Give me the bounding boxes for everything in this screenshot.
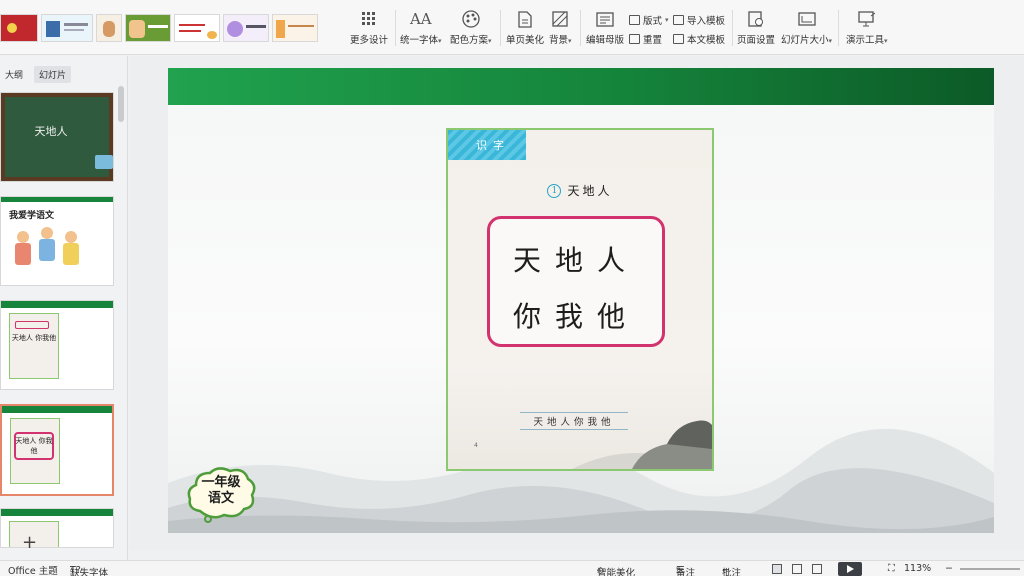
design-template-gallery <box>0 14 318 44</box>
page-setup-button[interactable]: 页面设置 <box>737 10 775 46</box>
sorter-view-icon[interactable] <box>792 564 802 574</box>
more-design-button[interactable]: 更多设计 <box>350 10 388 46</box>
page-setup-label: 页面设置 <box>737 35 776 46</box>
slide-panel: 大纲 幻灯片 天地人 我爱学语文 天地人 你我他 天地人 你我他 + <box>0 56 128 560</box>
reading-view-icon[interactable] <box>812 564 822 574</box>
grid-icon <box>360 10 378 28</box>
template-thumb[interactable] <box>174 14 220 42</box>
ribbon: 更多设计 AA 统一字体▾ 配色方案▾ 单页美化 背景▾ 编辑母版 版式 ▾ 重置… <box>0 0 1024 55</box>
header-bar <box>168 68 994 105</box>
missing-font-label: 缺失字体 <box>70 568 109 576</box>
status-bar: Office 主题 T? 缺失字体 ◇ 智能美化 ▴ ☰ 备注 ▾ ⌐ 批注 ⛶ … <box>0 560 1024 576</box>
lesson-category-tag: 识字 <box>448 130 526 160</box>
template-thumb[interactable] <box>41 14 93 42</box>
tab-outline[interactable]: 大纲 <box>0 66 28 83</box>
theme-name[interactable]: Office 主题 <box>8 563 58 576</box>
play-slideshow-button[interactable] <box>838 562 862 576</box>
tab-slides[interactable]: 幻灯片 <box>34 66 72 83</box>
badge-subject-text: 语文 <box>207 491 234 506</box>
background-icon <box>551 10 569 28</box>
font-icon: AA <box>409 10 432 28</box>
ribbon-divider <box>732 10 733 46</box>
panel-scrollbar[interactable] <box>118 86 124 122</box>
zoom-level[interactable]: 113% <box>904 563 931 574</box>
palette-icon <box>462 10 480 28</box>
color-scheme-button[interactable]: 配色方案▾ <box>450 10 492 46</box>
lesson-title: 天地人 <box>567 184 613 198</box>
edit-master-button[interactable]: 编辑母版 <box>586 10 624 46</box>
character-line-2: 你我他 <box>512 300 639 333</box>
import-template-label: 导入模板 <box>687 16 726 27</box>
smart-beautify-label: 智能美化 <box>597 568 636 576</box>
fit-window-icon[interactable]: ⛶ <box>888 563 895 574</box>
color-scheme-label: 配色方案 <box>450 35 489 46</box>
text-template-button[interactable]: 本文模板 <box>673 32 725 46</box>
page-icon <box>516 10 534 28</box>
template-thumb[interactable] <box>272 14 318 42</box>
slide-size-icon <box>797 10 816 28</box>
unify-font-label: 统一字体 <box>400 35 439 46</box>
textbook-page[interactable]: 识字 1 天地人 天地人 你我他 天地人你我他 4 <box>446 128 714 471</box>
ribbon-divider <box>395 10 396 46</box>
zoom-slider[interactable] <box>960 568 1020 570</box>
pine-tree-illustration <box>572 420 712 469</box>
slide3-text: 天地人 你我他 <box>11 334 57 342</box>
template-thumb[interactable] <box>125 14 171 42</box>
page-setup-icon <box>747 10 765 28</box>
play-icon <box>847 565 854 573</box>
grade-badge: 一年级 语文 <box>186 463 256 525</box>
page-beautify-label: 单页美化 <box>506 35 545 46</box>
presentation-tools-button[interactable]: 演示工具▾ <box>846 10 888 46</box>
current-slide[interactable]: 识字 1 天地人 天地人 你我他 天地人你我他 4 一年级 语文 <box>168 68 994 533</box>
slide2-title: 我爱学语文 <box>9 211 55 221</box>
slide-size-button[interactable]: 幻灯片大小▾ <box>781 10 832 46</box>
master-icon <box>596 10 614 28</box>
layout-icon <box>629 15 640 25</box>
reset-button[interactable]: 重置 <box>629 32 662 46</box>
character-line-1: 天地人 <box>512 244 639 277</box>
unify-font-button[interactable]: AA 统一字体▾ <box>400 10 442 46</box>
slide-size-label: 幻灯片大小 <box>781 35 829 46</box>
character-frame: 天地人 你我他 <box>487 216 665 347</box>
zoom-out-icon[interactable]: − <box>945 563 953 574</box>
reset-label: 重置 <box>643 35 663 46</box>
slide-thumbnail-5[interactable] <box>0 508 114 548</box>
slide-thumbnail-3[interactable]: 天地人 你我他 <box>0 300 114 390</box>
slide1-title: 天地人 <box>34 125 68 138</box>
layout-button[interactable]: 版式 ▾ <box>629 13 669 27</box>
slide-thumbnail-1[interactable]: 天地人 <box>0 92 114 182</box>
slide4-text: 天地人 你我他 <box>15 437 53 455</box>
comments-label: 批注 <box>722 568 742 576</box>
presentation-tools-label: 演示工具 <box>846 35 885 46</box>
ribbon-divider <box>580 10 581 46</box>
badge-grade-text: 一年级 <box>201 475 241 490</box>
ribbon-divider <box>838 10 839 46</box>
import-template-button[interactable]: 导入模板 <box>673 13 725 27</box>
lesson-heading: 1 天地人 <box>448 182 712 199</box>
normal-view-icon[interactable] <box>772 564 782 574</box>
lesson-number: 1 <box>547 183 562 198</box>
text-template-label: 本文模板 <box>687 35 726 46</box>
ribbon-divider <box>500 10 501 46</box>
more-design-label: 更多设计 <box>350 35 389 46</box>
page-beautify-button[interactable]: 单页美化 <box>506 10 544 46</box>
template-thumb[interactable] <box>96 14 122 42</box>
background-button[interactable]: 背景▾ <box>549 10 572 46</box>
template-thumb[interactable] <box>223 14 269 42</box>
text-template-icon <box>673 34 684 44</box>
slide-thumbnail-2[interactable]: 我爱学语文 <box>0 196 114 286</box>
reset-icon <box>629 34 640 44</box>
template-thumb[interactable] <box>0 14 38 42</box>
import-icon <box>673 15 684 25</box>
presentation-tools-icon <box>858 10 876 28</box>
editing-canvas: 识字 1 天地人 天地人 你我他 天地人你我他 4 一年级 语文 <box>130 56 1024 550</box>
add-slide-icon[interactable]: + <box>22 534 37 552</box>
slide-thumbnail-4[interactable]: 天地人 你我他 <box>0 404 114 496</box>
background-label: 背景 <box>549 35 569 46</box>
layout-label: 版式 <box>643 16 663 27</box>
page-number: 4 <box>474 442 478 449</box>
edit-master-label: 编辑母版 <box>586 35 625 46</box>
